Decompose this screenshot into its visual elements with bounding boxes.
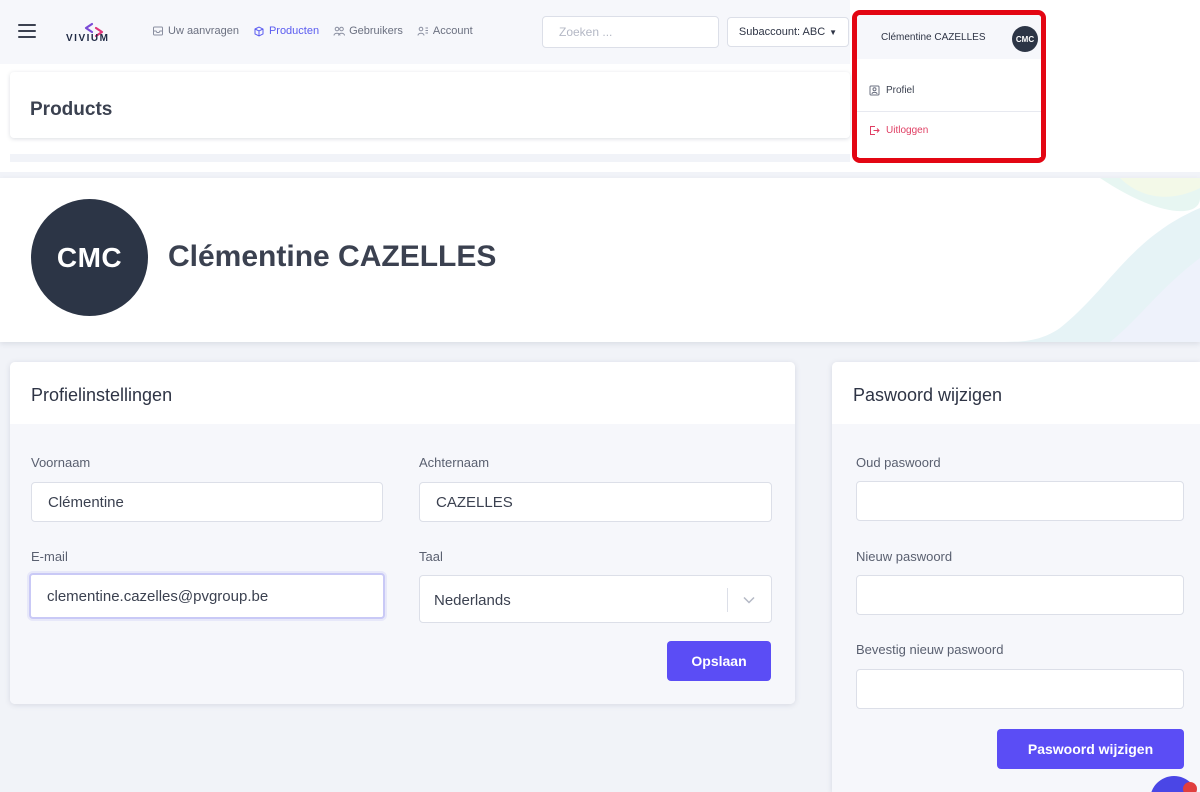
select-separator: [727, 588, 728, 612]
nav-link-label: Uw aanvragen: [168, 25, 239, 37]
logo-text: VIVIUM: [66, 33, 110, 44]
new-password-field[interactable]: [856, 575, 1184, 615]
page-title: Products: [30, 99, 113, 120]
profile-avatar: CMC: [31, 199, 148, 316]
inbox-icon: [153, 26, 163, 36]
menu-item-label: Profiel: [886, 85, 915, 96]
users-icon: [333, 26, 346, 36]
hamburger-menu-icon[interactable]: [18, 24, 36, 38]
achternaam-field[interactable]: [419, 482, 772, 522]
taal-selected-value: Nederlands: [434, 592, 511, 609]
box-icon: [254, 26, 264, 37]
caret-down-icon: ▼: [829, 27, 838, 37]
card-title: Profielinstellingen: [31, 385, 173, 405]
save-button[interactable]: Opslaan: [667, 641, 771, 681]
profile-hero: CMC Clémentine CAZELLES: [0, 178, 1200, 342]
card-header: Paswoord wijzigen: [832, 362, 1200, 424]
password-card: Paswoord wijzigen Oud paswoord Nieuw pas…: [832, 362, 1200, 792]
menu-item-uitloggen[interactable]: Uitloggen: [869, 125, 928, 136]
menu-divider: [857, 111, 1041, 112]
user-menu-toggle[interactable]: Clémentine CAZELLES CMC: [857, 15, 1041, 59]
page-header-card: Products: [10, 72, 850, 138]
new-password-label: Nieuw paswoord: [856, 549, 953, 564]
profile-name: Clémentine CAZELLES: [168, 240, 497, 273]
voornaam-label: Voornaam: [31, 455, 91, 470]
email-label: E-mail: [31, 549, 68, 564]
voornaam-field[interactable]: [31, 482, 383, 522]
menu-item-profiel[interactable]: Profiel: [869, 85, 914, 96]
menu-item-label: Uitloggen: [886, 125, 929, 136]
logout-icon: [870, 126, 880, 135]
nav-link-account[interactable]: Account: [417, 25, 473, 37]
subaccount-dropdown[interactable]: Subaccount: ABC ▼: [727, 17, 849, 47]
profile-icon: [869, 85, 880, 96]
nav-link-gebruikers[interactable]: Gebruikers: [333, 25, 403, 37]
email-field[interactable]: [29, 573, 385, 619]
subaccount-label: Subaccount: ABC: [738, 26, 826, 38]
user-dropdown-menu: Profiel Uitloggen: [857, 61, 1041, 157]
profile-settings-card: Profielinstellingen Voornaam Achternaam …: [10, 362, 795, 704]
confirm-password-label: Bevestig nieuw paswoord: [856, 642, 1004, 657]
card-title: Paswoord wijzigen: [853, 385, 1003, 405]
main-nav: Uw aanvragen Producten Gebruikers Accoun…: [152, 25, 473, 37]
avatar[interactable]: CMC: [1012, 26, 1038, 52]
user-menu-highlight: Clémentine CAZELLES CMC Profiel Uitlogge…: [852, 10, 1046, 163]
search-input[interactable]: [542, 16, 719, 48]
taal-select[interactable]: Nederlands: [419, 575, 772, 623]
account-icon: [417, 26, 428, 36]
nav-link-producten[interactable]: Producten: [253, 25, 319, 37]
old-password-label: Oud paswoord: [856, 455, 941, 470]
nav-link-label: Gebruikers: [349, 25, 403, 37]
change-password-button[interactable]: Paswoord wijzigen: [997, 729, 1184, 769]
achternaam-label: Achternaam: [419, 455, 490, 470]
confirm-password-field[interactable]: [856, 669, 1184, 709]
nav-link-label: Account: [432, 25, 473, 37]
taal-label: Taal: [419, 549, 443, 564]
top-navbar: VIVIUM Uw aanvragen Producten Gebruikers…: [0, 0, 850, 64]
notification-badge: [1183, 782, 1197, 792]
user-name: Clémentine CAZELLES: [881, 32, 986, 43]
nav-link-label: Producten: [268, 25, 320, 37]
old-password-field[interactable]: [856, 481, 1184, 521]
page-header-underbar: [10, 154, 850, 162]
chevron-down-icon: [743, 596, 755, 604]
card-header: Profielinstellingen: [10, 362, 795, 424]
nav-link-uw-aanvragen[interactable]: Uw aanvragen: [152, 25, 239, 37]
